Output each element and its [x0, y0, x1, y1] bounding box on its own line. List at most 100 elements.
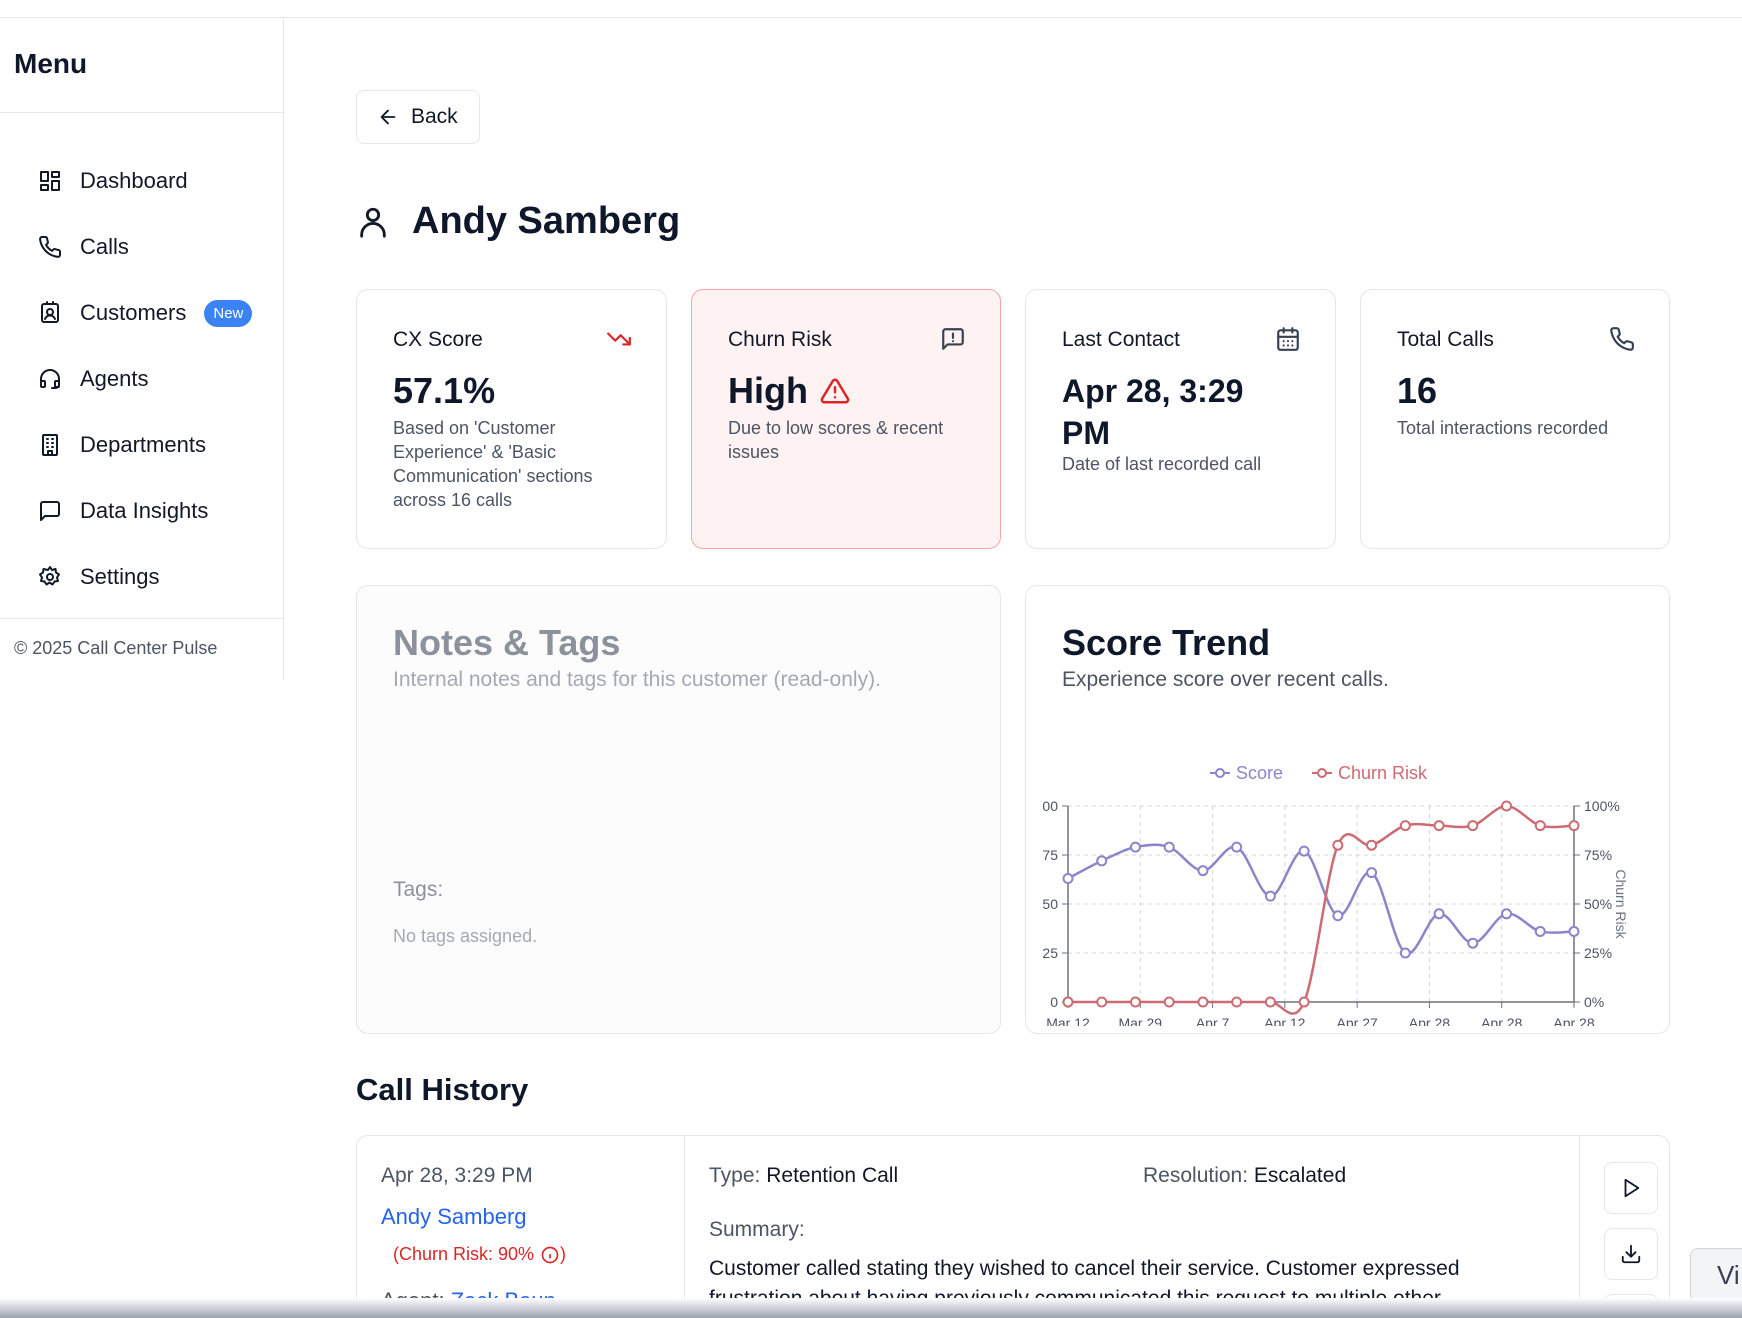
kpi-description: Date of last recorded call	[1062, 454, 1262, 474]
customer-link[interactable]: Andy Samberg	[381, 1204, 527, 1230]
data-point	[1534, 820, 1546, 832]
call-history-title: Call History	[356, 1072, 529, 1107]
sidebar-item-departments[interactable]: Departments	[0, 412, 283, 478]
sidebar-item-settings[interactable]: Settings	[0, 544, 283, 610]
data-point	[1467, 937, 1479, 949]
tags-empty-text: No tags assigned.	[393, 926, 538, 946]
data-point	[1433, 908, 1445, 920]
data-point	[1467, 820, 1479, 832]
data-point	[1298, 996, 1310, 1008]
contact-icon	[41, 301, 59, 323]
summary-label: Summary:	[709, 1218, 805, 1241]
series-line-score	[1067, 843, 1575, 955]
kpi-value: 57.1%	[393, 370, 496, 411]
sidebar-item-label: Dashboard	[80, 168, 188, 193]
data-point	[1096, 996, 1108, 1008]
sidebar-item-label: Settings	[80, 564, 160, 589]
dashboard-icon	[40, 171, 60, 191]
message-square-icon	[40, 501, 60, 521]
customer-name: Andy Samberg	[412, 200, 681, 242]
churn-level: High	[728, 370, 808, 411]
data-point	[1062, 873, 1074, 885]
y-tick-label-left: 50	[1042, 896, 1058, 912]
kpi-title: Last Contact	[1062, 328, 1180, 351]
trending-down-icon	[607, 332, 631, 346]
user-icon	[360, 207, 386, 238]
data-point	[1399, 820, 1411, 832]
sidebar-divider	[0, 618, 283, 619]
data-point	[1568, 925, 1580, 937]
cx-score-card: CX Score 57.1% Based on 'Customer Experi…	[356, 289, 667, 549]
sidebar-item-label: Departments	[80, 432, 206, 457]
y-axis-label-right: Churn Risk	[1613, 869, 1629, 939]
sidebar-item-calls[interactable]: Calls	[0, 214, 283, 280]
data-point	[1197, 865, 1209, 877]
kpi-value: 16	[1397, 370, 1438, 411]
data-point	[1501, 908, 1513, 920]
x-tick-label: Apr 28	[1553, 1015, 1594, 1026]
y-tick-label-right: 75%	[1584, 847, 1612, 863]
back-label: Back	[411, 105, 458, 128]
call-churn-text: (Churn Risk: 90%	[393, 1244, 535, 1264]
kpi-title: CX Score	[393, 328, 483, 351]
x-tick-label: Apr 28	[1409, 1015, 1450, 1026]
call-actions	[1579, 1136, 1669, 1318]
call-date: Apr 28, 3:29 PM	[381, 1164, 533, 1187]
y-tick-label-left: 75	[1042, 847, 1058, 863]
legend-label: Churn Risk	[1338, 763, 1428, 783]
call-meta: Apr 28, 3:29 PM Andy Samberg (Churn Risk…	[357, 1136, 685, 1318]
play-button[interactable]	[1604, 1162, 1658, 1214]
sidebar-nav: Dashboard Calls Customers New Agents Dep…	[0, 148, 283, 610]
x-tick-label: Mar 29	[1118, 1015, 1162, 1026]
data-point	[1366, 867, 1378, 879]
y-tick-label-left: 00	[1042, 798, 1058, 814]
data-point	[1231, 841, 1243, 853]
sidebar-item-customers[interactable]: Customers New	[0, 280, 283, 346]
download-icon	[1621, 1244, 1641, 1264]
data-point	[1366, 839, 1378, 851]
sidebar-item-label: Data Insights	[80, 498, 209, 523]
kpi-description: Total interactions recorded	[1397, 418, 1609, 438]
x-tick-label: Apr 7	[1196, 1015, 1230, 1026]
data-point	[1096, 855, 1108, 867]
notes-subtitle: Internal notes and tags for this custome…	[393, 668, 881, 691]
phone-icon	[1610, 327, 1634, 351]
call-history-row: Apr 28, 3:29 PM Andy Samberg (Churn Risk…	[356, 1135, 1670, 1318]
data-point	[1399, 947, 1411, 959]
data-point	[1501, 800, 1513, 812]
legend-marker	[1317, 768, 1327, 778]
sidebar-item-data-insights[interactable]: Data Insights	[0, 478, 283, 544]
sidebar-item-dashboard[interactable]: Dashboard	[0, 148, 283, 214]
sidebar-item-agents[interactable]: Agents	[0, 346, 283, 412]
score-trend-chart: Mar 12 Mar 29 Apr 7 Apr 12 Apr 27 Apr 28 Apr 2…	[1042, 763, 1629, 1026]
play-icon	[1624, 1178, 1640, 1198]
legend-marker	[1215, 768, 1225, 778]
data-point	[1129, 996, 1141, 1008]
total-calls-card: Total Calls 16 Total interactions record…	[1360, 289, 1670, 549]
tags-label: Tags:	[393, 878, 444, 901]
kpi-title: Churn Risk	[728, 328, 832, 351]
kpi-description: Based on 'Customer Experience' & 'Basic …	[393, 418, 593, 510]
type-label: Type:	[709, 1164, 761, 1187]
y-tick-label-right: 25%	[1584, 945, 1612, 961]
kpi-value: Apr 28, 3:29 PM	[1062, 373, 1244, 451]
floating-widget-button[interactable]: Vi	[1690, 1248, 1742, 1302]
calendar-icon	[1277, 327, 1299, 351]
data-point	[1298, 845, 1310, 857]
sidebar-item-label: Agents	[80, 366, 149, 391]
series-line-churn-risk	[1067, 804, 1575, 1015]
data-point	[1534, 925, 1546, 937]
sidebar-divider	[0, 112, 283, 113]
warning-icon	[820, 378, 850, 404]
call-type: Type: Retention Call	[709, 1164, 898, 1188]
notes-title: Notes & Tags	[393, 622, 621, 663]
new-badge: New	[204, 299, 253, 327]
arrow-left-icon	[380, 109, 396, 125]
info-icon[interactable]	[540, 1245, 560, 1265]
gear-icon	[39, 566, 60, 586]
type-value: Retention Call	[766, 1164, 899, 1187]
x-tick-label: Apr 28	[1481, 1015, 1522, 1026]
download-button[interactable]	[1604, 1228, 1658, 1280]
data-point	[1163, 841, 1175, 853]
back-button[interactable]: Back	[356, 90, 480, 144]
